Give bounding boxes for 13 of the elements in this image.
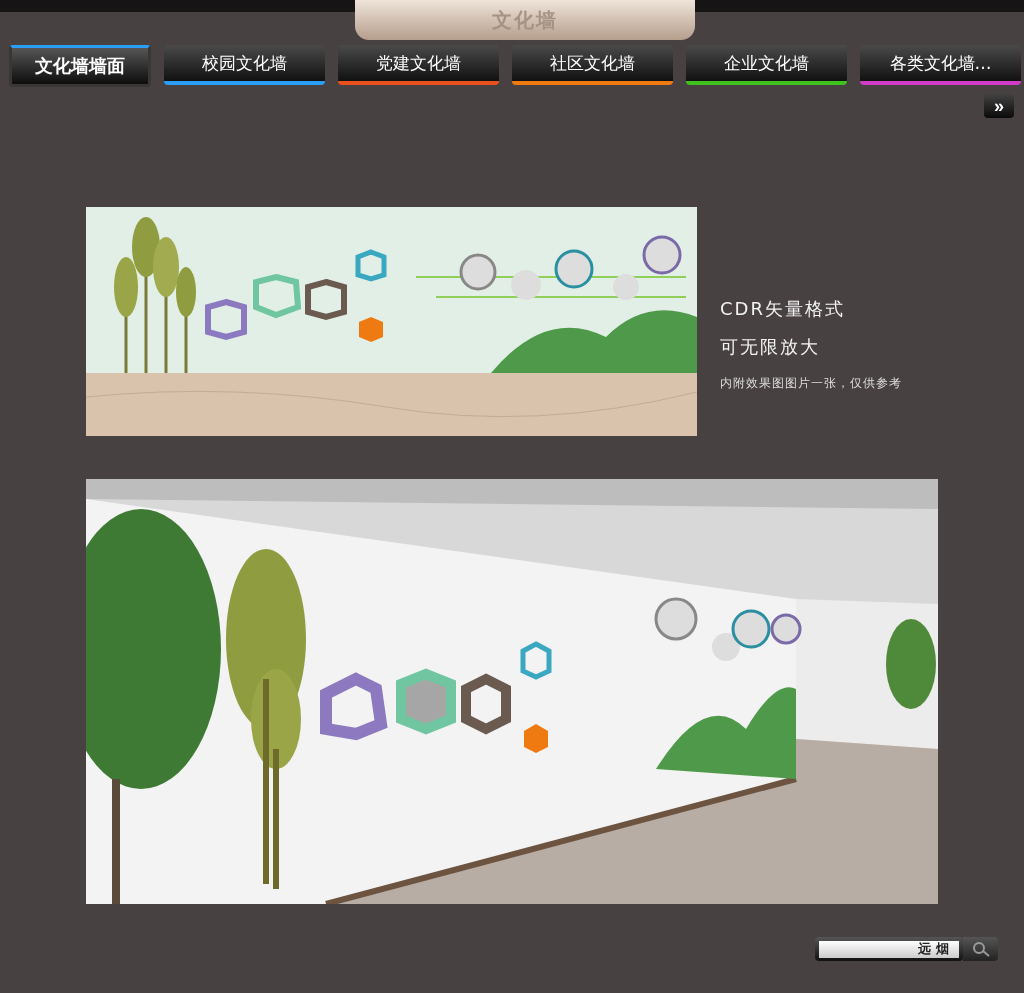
category-tab[interactable]: 党建文化墙 [338,45,499,85]
category-tab[interactable]: 文化墙墙面 [9,45,151,87]
category-tab[interactable]: 校园文化墙 [164,45,325,85]
category-tab[interactable]: 社区文化墙 [512,45,673,85]
page-title: 文化墙 [492,6,558,34]
scaling-text: 可无限放大 [720,335,821,359]
category-tab[interactable]: 企业文化墙 [686,45,847,85]
next-button[interactable]: » [984,93,1014,118]
category-tab[interactable]: 各类文化墙… [860,45,1021,85]
search-button[interactable] [963,937,998,961]
search-field[interactable]: 远 烟 [815,937,963,961]
format-text: CDR矢量格式 [720,297,846,321]
note-text: 内附效果图图片一张，仅供参考 [720,375,902,392]
